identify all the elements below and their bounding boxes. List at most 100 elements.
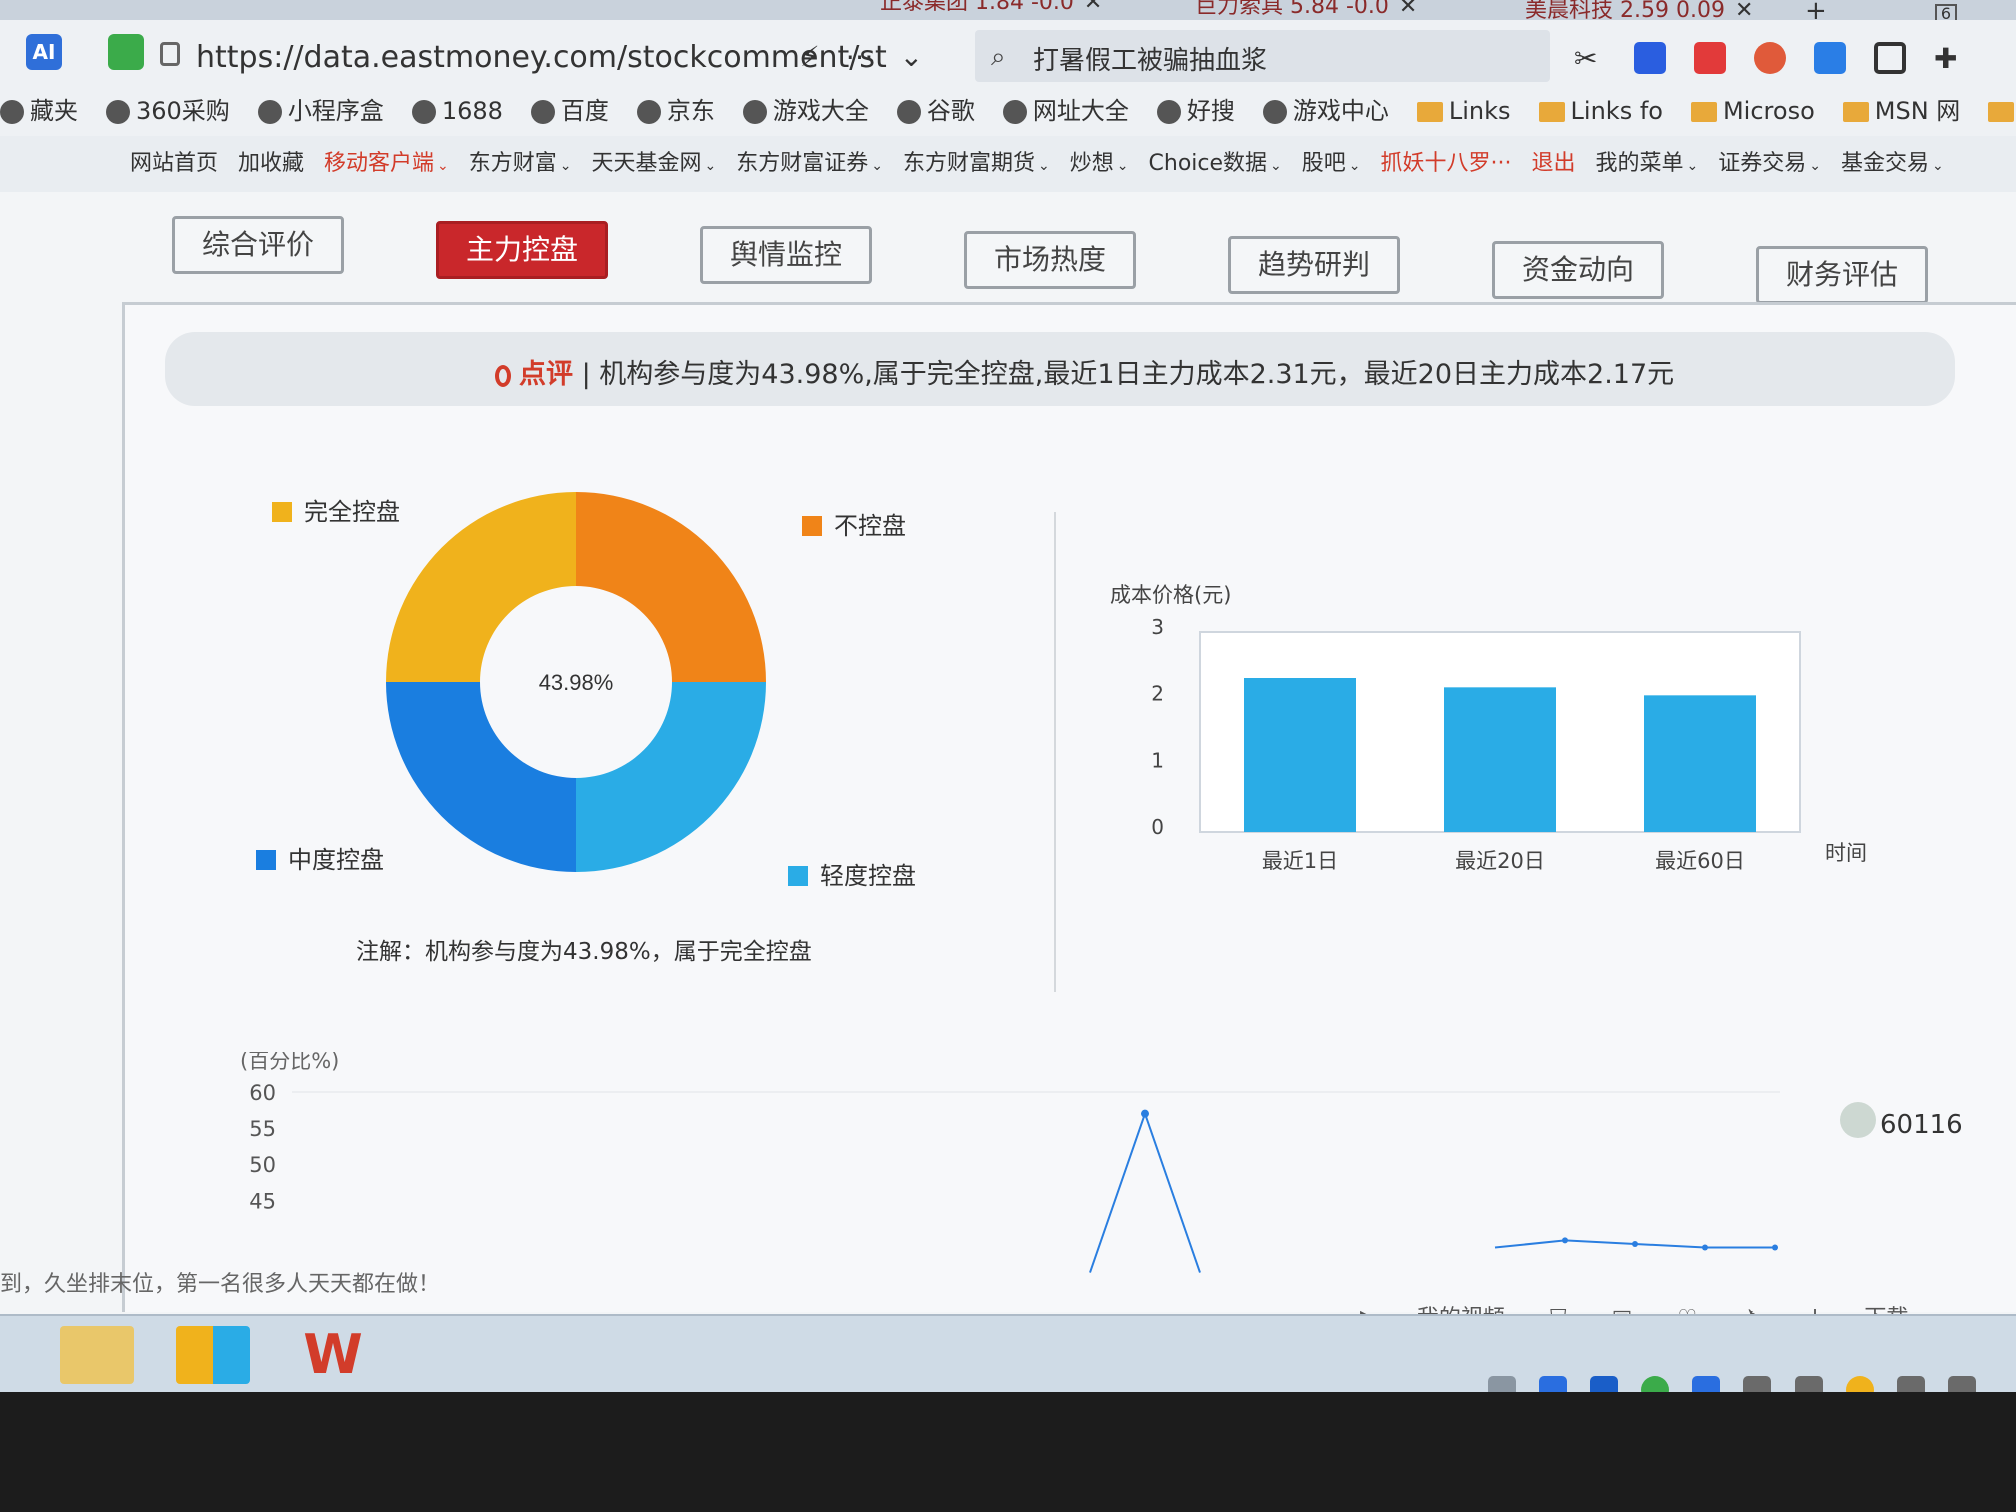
tab-0[interactable]: 综合评价	[172, 216, 344, 274]
bookmark[interactable]: Links	[1416, 86, 1511, 136]
y-tick-label: 2	[1151, 682, 1164, 706]
bar[interactable]	[1444, 687, 1556, 832]
site-nav-item[interactable]: 证券交易 ⌄	[1718, 136, 1821, 192]
bookmark-label: 1688	[441, 97, 503, 125]
bar[interactable]	[1244, 678, 1356, 832]
tab-5[interactable]: 资金动向	[1492, 241, 1664, 299]
bookmark[interactable]: 百度	[530, 86, 609, 136]
donut-slice[interactable]	[386, 682, 576, 872]
search-box[interactable]: ⌕ 打暑假工被骗抽血浆	[975, 30, 1550, 82]
site-nav-item[interactable]: 我的菜单 ⌄	[1596, 136, 1699, 192]
line-point[interactable]	[1562, 1237, 1568, 1244]
donut-chart: 43.98%	[386, 492, 766, 872]
bookmark[interactable]: 好搜	[1156, 86, 1235, 136]
chevron-down-icon[interactable]: ⌄	[900, 40, 949, 73]
bar[interactable]	[1644, 695, 1756, 832]
tab-1[interactable]: 主力控盘	[436, 221, 608, 279]
tab-title: 正泰集团 1.84 -0.0	[880, 0, 1074, 15]
chevron-down-icon: ⌄	[871, 158, 884, 174]
stock-code[interactable]: 60116	[1880, 1110, 1963, 1140]
bolt-icon[interactable]: ⚡	[800, 40, 846, 73]
browser-tab[interactable]: 美晨科技 2.59 0.09 ✕	[1525, 0, 1753, 22]
donut-slice[interactable]	[576, 492, 766, 682]
site-nav-item[interactable]: 移动客户端 ⌄	[324, 136, 449, 192]
bookmark[interactable]: 谷歌	[896, 86, 975, 136]
x-tick-label: 最近60日	[1655, 849, 1745, 873]
tab-2[interactable]: 舆情监控	[700, 226, 872, 284]
site-nav-item[interactable]: 抓妖十八罗···	[1381, 136, 1512, 192]
more-icon[interactable]: ⋯	[846, 40, 900, 73]
comment-label: 点评	[519, 359, 573, 390]
legend-label: 完全控盘	[304, 498, 400, 526]
mail-icon[interactable]	[1814, 42, 1846, 74]
site-nav-item[interactable]: Choice数据 ⌄	[1149, 136, 1282, 192]
lock-icon	[160, 42, 180, 66]
bookmark[interactable]: 京东	[636, 86, 715, 136]
bookmark[interactable]: 小程序盒	[257, 86, 384, 136]
chevron-down-icon: ⌄	[1038, 158, 1050, 174]
bookmark[interactable]: MSN 网	[1842, 86, 1960, 136]
close-icon[interactable]: ✕	[1399, 0, 1417, 19]
line-point[interactable]	[1632, 1240, 1638, 1247]
bookmark[interactable]: 游戏中心	[1262, 86, 1389, 136]
bookmark[interactable]: Windo	[1988, 86, 2016, 136]
bookmark[interactable]: Microso	[1690, 86, 1815, 136]
site-nav-item[interactable]: 网站首页	[130, 136, 218, 192]
y-tick-label: 55	[249, 1117, 276, 1141]
url-field[interactable]: https://data.eastmoney.com/stockcomment/…	[196, 40, 887, 75]
shield-icon[interactable]	[108, 34, 144, 70]
screenshot-icon[interactable]	[1874, 42, 1906, 74]
screen: 正泰集团 1.84 -0.0 ✕ 巨力索具 5.84 -0.0 ✕ 美晨科技 2.5…	[0, 0, 2016, 1512]
line-point[interactable]	[1141, 1109, 1149, 1118]
close-icon[interactable]: ✕	[1735, 0, 1753, 22]
bookmark[interactable]: 360采购	[106, 86, 230, 136]
bookmark[interactable]: 网址大全	[1002, 86, 1129, 136]
bookmark-label: Microso	[1722, 97, 1815, 125]
site-nav-item[interactable]: 退出	[1532, 136, 1576, 192]
wps-icon[interactable]: W	[296, 1326, 370, 1384]
browser-tab[interactable]: 巨力索具 5.84 -0.0 ✕	[1195, 0, 1417, 20]
site-nav-label: 抓妖十八罗···	[1380, 151, 1512, 176]
bookmark-label: 网址大全	[1032, 97, 1129, 125]
tab-6[interactable]: 财务评估	[1756, 246, 1928, 304]
ai-icon[interactable]: AI	[26, 34, 62, 70]
legend-label: 不控盘	[834, 512, 906, 540]
weibo-icon[interactable]	[1754, 42, 1786, 74]
legend-item: 不控盘	[802, 506, 906, 541]
x-tick-label: 最近1日	[1262, 849, 1338, 873]
line-point[interactable]	[1772, 1244, 1778, 1251]
app-launcher-icon[interactable]	[176, 1326, 250, 1384]
tab-3[interactable]: 市场热度	[964, 231, 1136, 289]
donut-slice[interactable]	[386, 492, 576, 682]
bookmark[interactable]: 1688	[411, 86, 503, 136]
close-icon[interactable]: ✕	[1084, 0, 1102, 15]
site-nav-item[interactable]: 东方财富 ⌄	[469, 136, 572, 192]
extensions-icon[interactable]: ✚	[1934, 42, 1966, 75]
y-tick-label: 1	[1151, 748, 1164, 772]
bookmark[interactable]: 藏夹	[0, 86, 78, 136]
site-nav-item[interactable]: 炒想 ⌄	[1070, 136, 1129, 192]
new-tab-button[interactable]: +	[1805, 0, 1827, 22]
bookmark[interactable]: 游戏大全	[742, 86, 869, 136]
line-point[interactable]	[1702, 1244, 1708, 1251]
site-nav-item[interactable]: 加收藏	[238, 136, 304, 192]
bookmark-icon	[530, 100, 555, 124]
donut-slice[interactable]	[576, 682, 766, 872]
game-icon[interactable]	[1694, 42, 1726, 74]
browser-tab[interactable]: 正泰集团 1.84 -0.0 ✕	[880, 0, 1102, 16]
folder-icon	[1538, 102, 1565, 122]
app-icon-blue[interactable]	[1634, 42, 1666, 74]
site-nav-item[interactable]: 天天基金网 ⌄	[592, 136, 717, 192]
site-nav-item[interactable]: 东方财富证券 ⌄	[736, 136, 883, 192]
news-ticker[interactable]: 到，久坐排末位，第一名很多人天天都在做！	[0, 1266, 440, 1298]
bookmark[interactable]: Links fo	[1538, 86, 1663, 136]
folder-icon	[1690, 102, 1717, 122]
scissors-icon[interactable]: ✂	[1574, 42, 1606, 75]
tab-4[interactable]: 趋势研判	[1228, 236, 1400, 294]
site-nav-item[interactable]: 股吧 ⌄	[1302, 136, 1361, 192]
file-explorer-icon[interactable]	[60, 1326, 134, 1384]
bookmark-label: 游戏中心	[1292, 97, 1389, 125]
chevron-down-icon: ⌄	[1932, 158, 1944, 174]
site-nav-item[interactable]: 基金交易 ⌄	[1841, 136, 1944, 192]
site-nav-item[interactable]: 东方财富期货 ⌄	[903, 136, 1050, 192]
